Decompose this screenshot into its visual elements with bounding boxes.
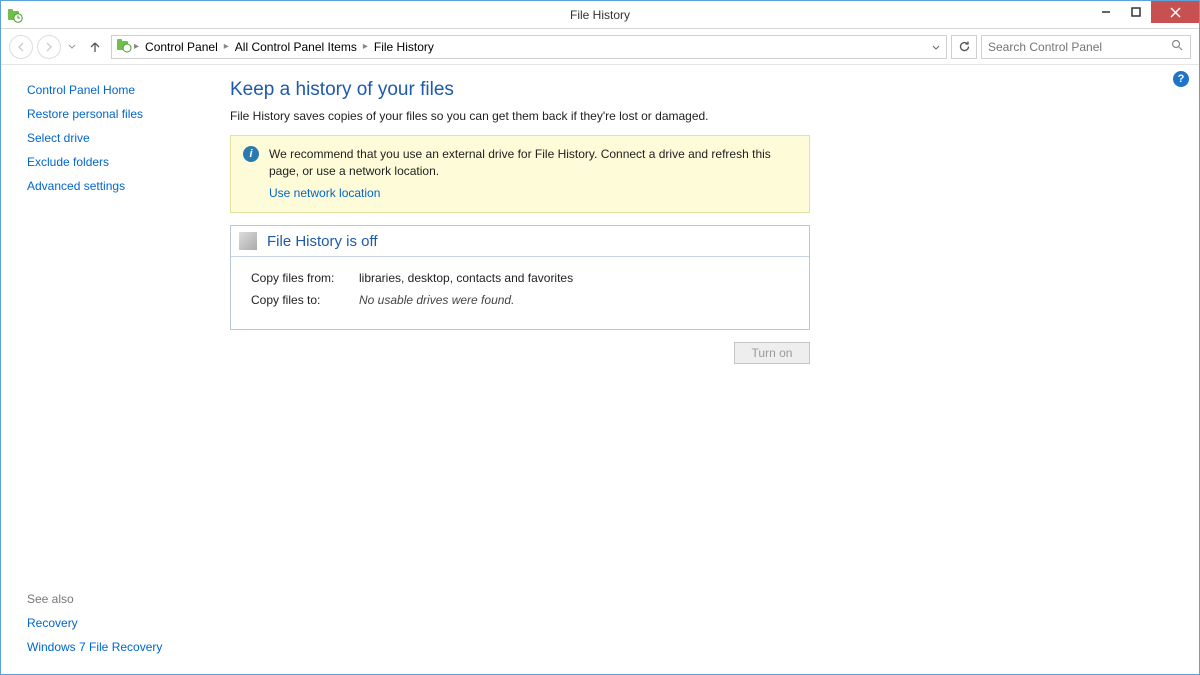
toolbar: ▸ Control Panel ▸ All Control Panel Item…: [1, 29, 1199, 65]
window-title: File History: [570, 8, 630, 22]
notice-text: We recommend that you use an external dr…: [269, 147, 771, 178]
chevron-right-icon: ▸: [224, 41, 229, 52]
sidebar-link-advanced[interactable]: Advanced settings: [27, 179, 206, 193]
status-body: Copy files from: libraries, desktop, con…: [231, 257, 809, 329]
sidebar-link-exclude[interactable]: Exclude folders: [27, 155, 206, 169]
address-bar[interactable]: ▸ Control Panel ▸ All Control Panel Item…: [111, 35, 947, 59]
main-panel: Keep a history of your files File Histor…: [216, 65, 1199, 674]
titlebar: File History: [1, 1, 1199, 29]
see-also-header: See also: [27, 592, 206, 606]
breadcrumb-item[interactable]: All Control Panel Items: [231, 40, 361, 54]
refresh-button[interactable]: [951, 35, 977, 59]
search-box[interactable]: [981, 35, 1191, 59]
chevron-right-icon: ▸: [363, 41, 368, 52]
history-dropdown[interactable]: [65, 44, 79, 50]
help-icon[interactable]: ?: [1173, 71, 1189, 87]
copy-to-value: No usable drives were found.: [359, 293, 514, 307]
action-row: Turn on: [230, 342, 810, 364]
see-also-win7[interactable]: Windows 7 File Recovery: [27, 640, 206, 654]
content-body: ? Control Panel Home Restore personal fi…: [1, 65, 1199, 674]
use-network-link[interactable]: Use network location: [269, 185, 380, 202]
status-swatch-icon: [239, 232, 257, 250]
forward-button[interactable]: [37, 35, 61, 59]
page-heading: Keep a history of your files: [230, 79, 1169, 101]
window-controls: [1091, 1, 1199, 23]
search-icon[interactable]: [1171, 39, 1184, 55]
copy-from-row: Copy files from: libraries, desktop, con…: [251, 271, 789, 285]
maximize-button[interactable]: [1121, 1, 1151, 23]
back-button[interactable]: [9, 35, 33, 59]
info-icon: i: [243, 146, 259, 162]
sidebar-link-restore[interactable]: Restore personal files: [27, 107, 206, 121]
copy-to-label: Copy files to:: [251, 293, 359, 307]
notice-box: i We recommend that you use an external …: [230, 135, 810, 213]
sidebar: Control Panel Home Restore personal file…: [1, 65, 216, 674]
status-header: File History is off: [231, 226, 809, 257]
breadcrumb-item[interactable]: Control Panel: [141, 40, 222, 54]
status-box: File History is off Copy files from: lib…: [230, 225, 810, 330]
sidebar-link-home[interactable]: Control Panel Home: [27, 83, 206, 97]
breadcrumb-item[interactable]: File History: [370, 40, 438, 54]
chevron-right-icon: ▸: [134, 41, 139, 52]
folder-icon: [116, 37, 132, 56]
page-subheading: File History saves copies of your files …: [230, 109, 1169, 123]
notice-message: We recommend that you use an external dr…: [269, 146, 797, 202]
turn-on-button[interactable]: Turn on: [734, 342, 810, 364]
copy-to-row: Copy files to: No usable drives were fou…: [251, 293, 789, 307]
copy-from-label: Copy files from:: [251, 271, 359, 285]
minimize-button[interactable]: [1091, 1, 1121, 23]
search-input[interactable]: [988, 40, 1171, 54]
file-history-icon: [7, 7, 23, 23]
address-dropdown[interactable]: [926, 40, 946, 54]
up-button[interactable]: [85, 37, 105, 57]
status-title: File History is off: [267, 233, 378, 250]
copy-from-value: libraries, desktop, contacts and favorit…: [359, 271, 573, 285]
sidebar-link-select-drive[interactable]: Select drive: [27, 131, 206, 145]
close-button[interactable]: [1151, 1, 1199, 23]
see-also-recovery[interactable]: Recovery: [27, 616, 206, 630]
